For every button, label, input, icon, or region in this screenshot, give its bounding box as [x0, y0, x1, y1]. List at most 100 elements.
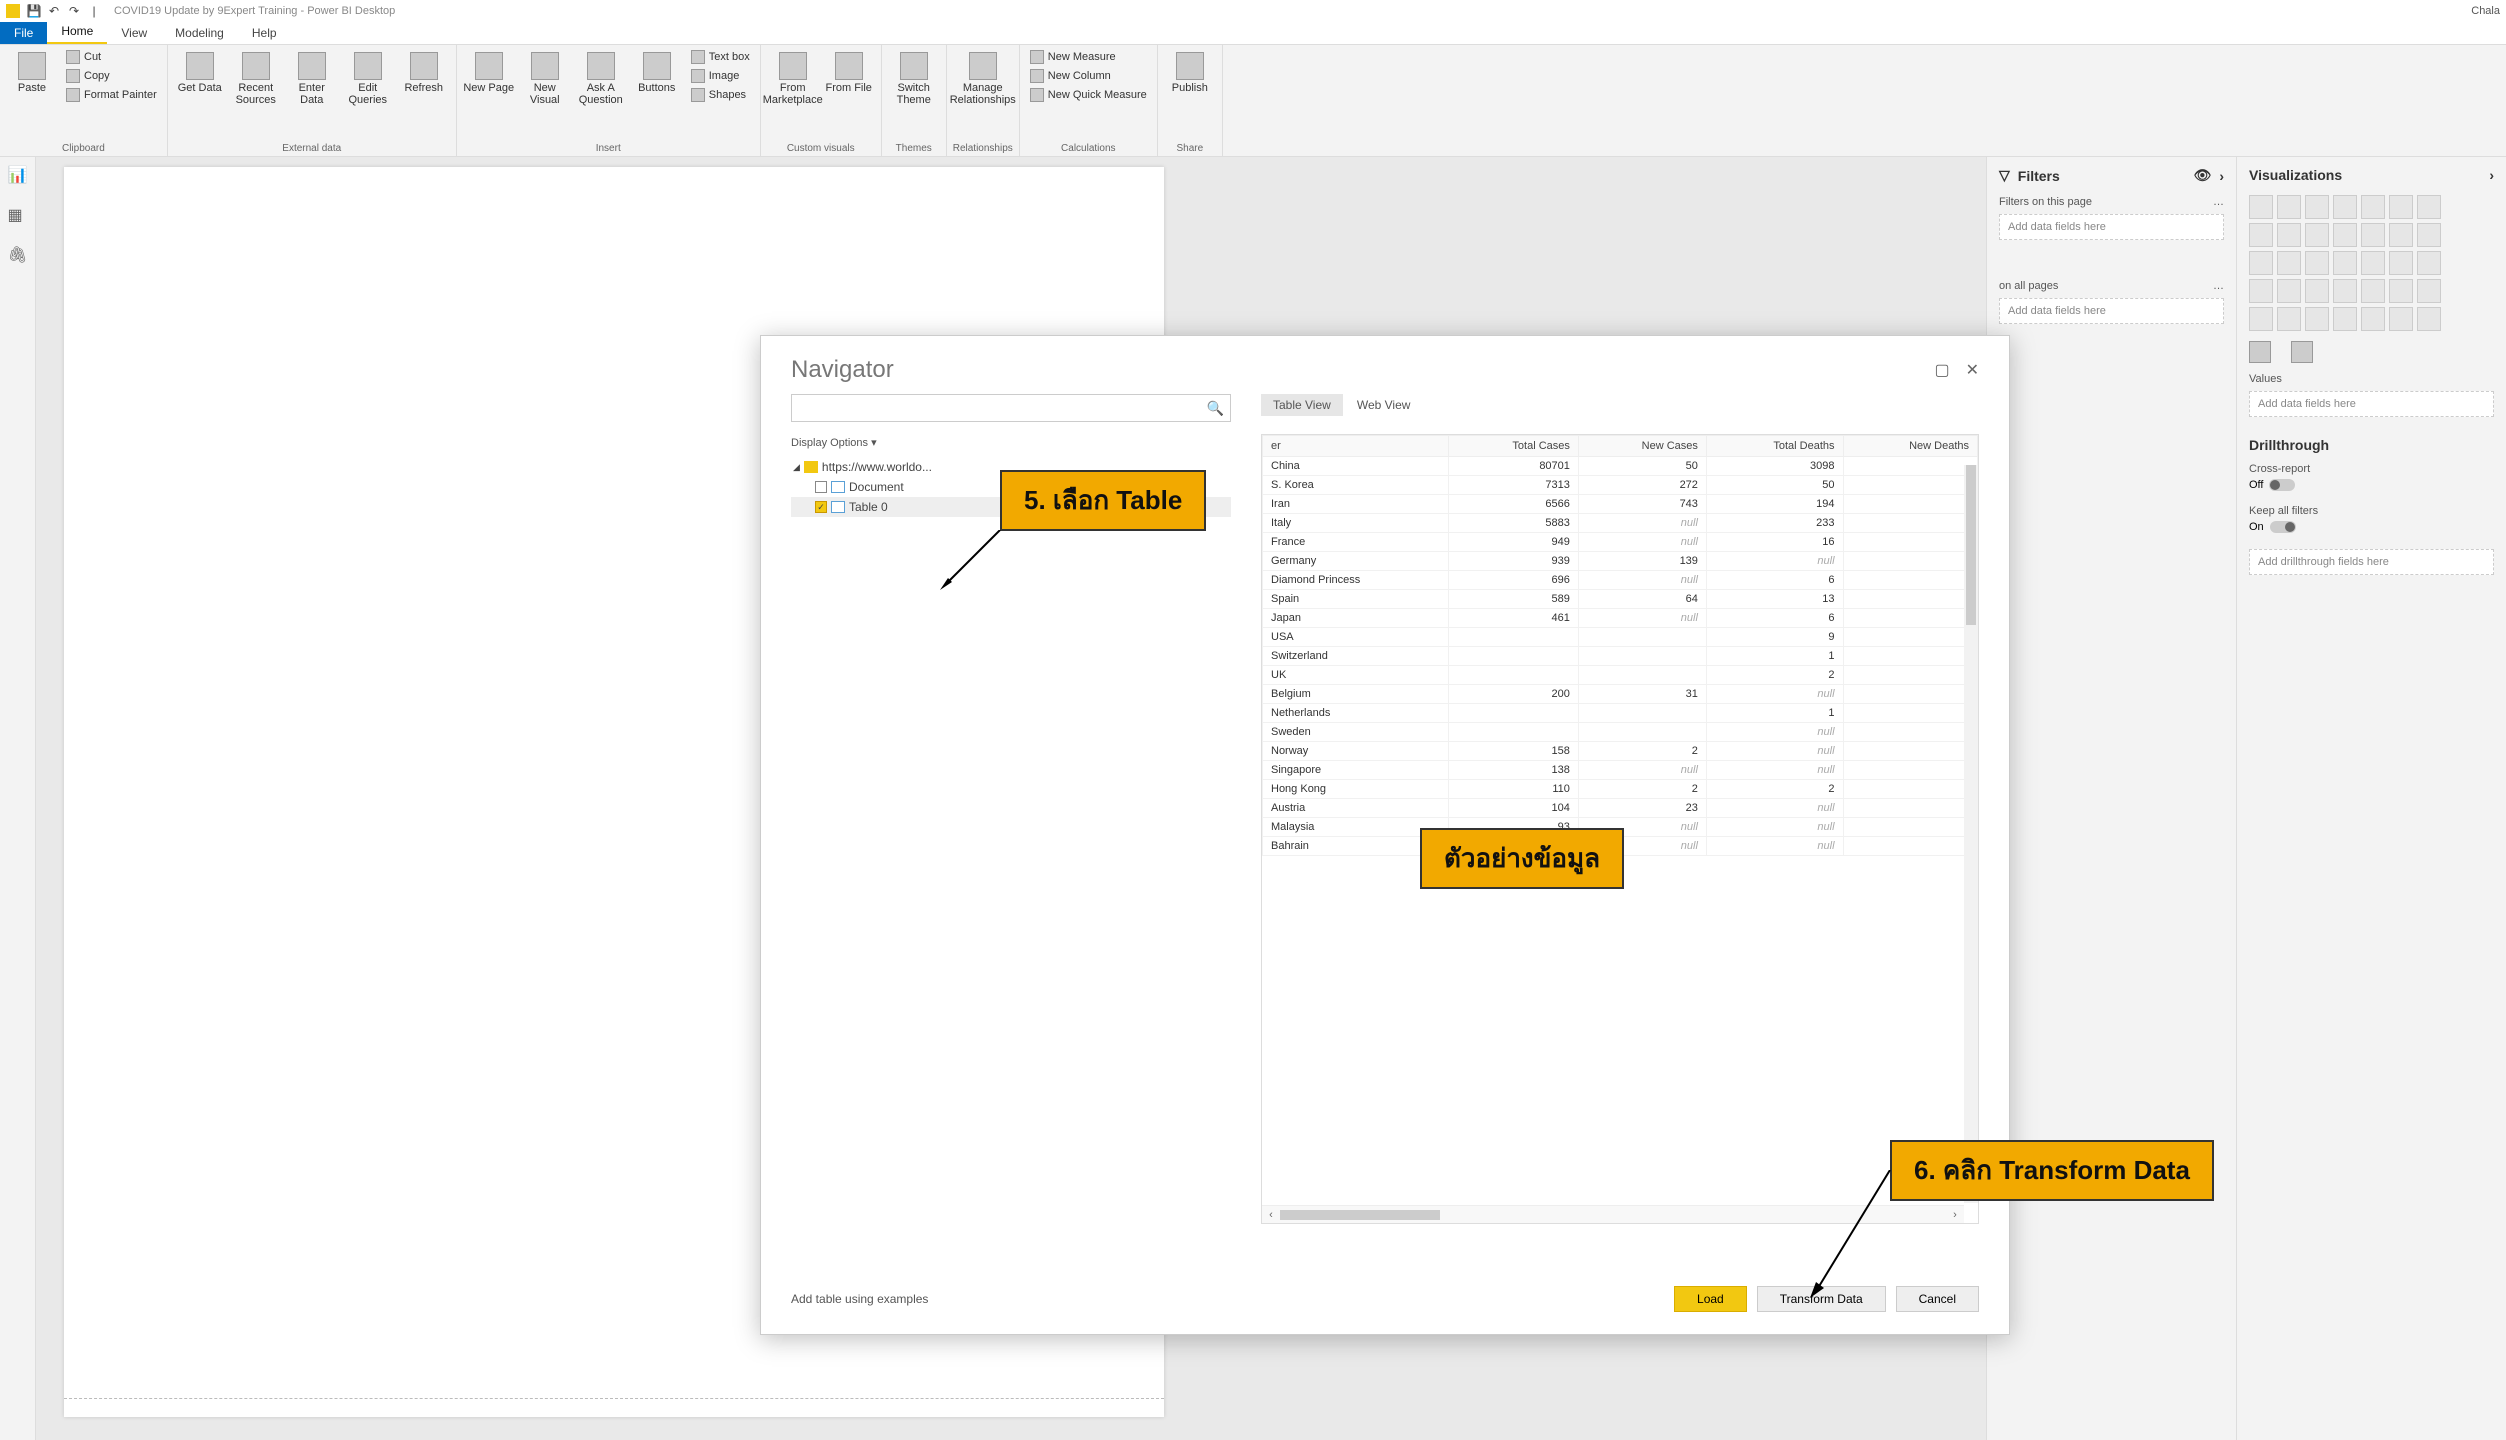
table-row[interactable]: Swedennull — [1263, 723, 1978, 742]
vertical-scrollbar[interactable] — [1964, 465, 1978, 1203]
format-painter-button[interactable]: Format Painter — [62, 86, 161, 104]
table-row[interactable]: Switzerland1 — [1263, 647, 1978, 666]
viz-filled-map-icon[interactable] — [2361, 251, 2385, 275]
viz-line-icon[interactable] — [2417, 195, 2441, 219]
values-well[interactable]: Add data fields here — [2249, 391, 2494, 417]
qat-save-icon[interactable]: 💾 — [26, 3, 42, 19]
table-row[interactable]: France949null16 — [1263, 533, 1978, 552]
viz-stacked-bar-icon[interactable] — [2249, 195, 2273, 219]
copy-button[interactable]: Copy — [62, 67, 161, 85]
table-row[interactable]: Belgium20031null — [1263, 685, 1978, 704]
paste-button[interactable]: Paste — [6, 48, 58, 94]
maximize-icon[interactable]: ▢ — [1934, 360, 1949, 380]
user-name[interactable]: Chala — [2471, 5, 2500, 17]
search-icon[interactable]: 🔍 — [1207, 400, 1224, 417]
tab-table-view[interactable]: Table View — [1261, 394, 1343, 416]
report-view-icon[interactable]: 📊 — [8, 165, 28, 185]
publish-button[interactable]: Publish — [1164, 48, 1216, 94]
cut-button[interactable]: Cut — [62, 48, 161, 66]
from-file-button[interactable]: From File — [823, 48, 875, 94]
viz-waterfall-icon[interactable] — [2389, 223, 2413, 247]
viz-100-bar-icon[interactable] — [2361, 195, 2385, 219]
tab-file[interactable]: File — [0, 22, 47, 44]
column-header[interactable]: er — [1263, 436, 1449, 457]
ask-question-button[interactable]: Ask A Question — [575, 48, 627, 106]
tab-help[interactable]: Help — [238, 22, 291, 44]
get-data-button[interactable]: Get Data — [174, 48, 226, 94]
manage-relationships-button[interactable]: Manage Relationships — [957, 48, 1009, 106]
data-view-icon[interactable]: ▦ — [8, 205, 28, 225]
filters-allpages-well[interactable]: Add data fields here — [1999, 298, 2224, 324]
load-button[interactable]: Load — [1674, 1286, 1747, 1312]
column-header[interactable]: New Cases — [1578, 436, 1706, 457]
viz-area-icon[interactable] — [2249, 223, 2273, 247]
drillthrough-well[interactable]: Add drillthrough fields here — [2249, 549, 2494, 575]
table-row[interactable]: Norway1582null — [1263, 742, 1978, 761]
table-row[interactable]: Netherlands1 — [1263, 704, 1978, 723]
refresh-button[interactable]: Refresh — [398, 48, 450, 94]
viz-matrix-icon[interactable] — [2389, 279, 2413, 303]
from-marketplace-button[interactable]: From Marketplace — [767, 48, 819, 106]
table-row[interactable]: Japan461null6 — [1263, 609, 1978, 628]
filters-page-well[interactable]: Add data fields here — [1999, 214, 2224, 240]
tab-web-view[interactable]: Web View — [1345, 394, 1423, 416]
scroll-right-icon[interactable]: › — [1946, 1209, 1964, 1221]
viz-stacked-area-icon[interactable] — [2277, 223, 2301, 247]
cross-report-toggle[interactable] — [2269, 479, 2295, 491]
viz-table-icon[interactable] — [2361, 279, 2385, 303]
viz-qa-icon[interactable] — [2333, 307, 2357, 331]
column-header[interactable]: New Deaths — [1843, 436, 1977, 457]
keep-filters-toggle[interactable] — [2270, 521, 2296, 533]
fields-tab-icon[interactable] — [2249, 341, 2271, 363]
more-icon[interactable]: … — [2213, 280, 2224, 292]
viz-map-icon[interactable] — [2333, 251, 2357, 275]
scroll-left-icon[interactable]: ‹ — [1262, 1209, 1280, 1221]
table-row[interactable]: Austria10423null — [1263, 799, 1978, 818]
table-row[interactable]: Germany939139null — [1263, 552, 1978, 571]
buttons-button[interactable]: Buttons — [631, 48, 683, 94]
table-row[interactable]: UK2 — [1263, 666, 1978, 685]
table-row[interactable]: Spain5896413 — [1263, 590, 1978, 609]
table-row[interactable]: Diamond Princess696null6 — [1263, 571, 1978, 590]
column-header[interactable]: Total Cases — [1448, 436, 1578, 457]
new-column-button[interactable]: New Column — [1026, 67, 1151, 85]
new-quick-measure-button[interactable]: New Quick Measure — [1026, 86, 1151, 104]
viz-powerapps-icon[interactable] — [2389, 307, 2413, 331]
viz-gauge-icon[interactable] — [2417, 251, 2441, 275]
viz-100-column-icon[interactable] — [2389, 195, 2413, 219]
navigator-search[interactable]: 🔍 — [791, 394, 1231, 422]
enter-data-button[interactable]: Enter Data — [286, 48, 338, 106]
table-row[interactable]: Hong Kong11022 — [1263, 780, 1978, 799]
viz-decomp-icon[interactable] — [2305, 307, 2329, 331]
checkbox-table0[interactable]: ✓ — [815, 501, 827, 513]
more-icon[interactable]: … — [2213, 196, 2224, 208]
cancel-button[interactable]: Cancel — [1896, 1286, 1979, 1312]
tab-view[interactable]: View — [107, 22, 161, 44]
text-box-button[interactable]: Text box — [687, 48, 754, 66]
viz-donut-icon[interactable] — [2277, 251, 2301, 275]
search-input[interactable] — [798, 401, 1207, 415]
switch-theme-button[interactable]: Switch Theme — [888, 48, 940, 106]
viz-arcgis-icon[interactable] — [2361, 307, 2385, 331]
eye-icon[interactable]: 👁 — [2194, 167, 2212, 184]
model-view-icon[interactable]: 🖇 — [8, 245, 28, 265]
viz-more-icon[interactable] — [2417, 307, 2441, 331]
shapes-button[interactable]: Shapes — [687, 86, 754, 104]
tab-modeling[interactable]: Modeling — [161, 22, 238, 44]
new-page-button[interactable]: New Page — [463, 48, 515, 94]
viz-line-column-icon[interactable] — [2305, 223, 2329, 247]
viz-kpi-icon[interactable] — [2305, 279, 2329, 303]
recent-sources-button[interactable]: Recent Sources — [230, 48, 282, 106]
display-options[interactable]: Display Options ▾ — [791, 436, 1231, 449]
table-row[interactable]: S. Korea731327250 — [1263, 476, 1978, 495]
viz-key-influencers-icon[interactable] — [2277, 307, 2301, 331]
viz-treemap-icon[interactable] — [2305, 251, 2329, 275]
image-button[interactable]: Image — [687, 67, 754, 85]
table-row[interactable]: China80701503098 — [1263, 457, 1978, 476]
tab-home[interactable]: Home — [47, 20, 107, 44]
viz-r-icon[interactable] — [2417, 279, 2441, 303]
chevron-right-icon[interactable]: › — [2219, 168, 2224, 184]
viz-clustered-column-icon[interactable] — [2333, 195, 2357, 219]
column-header[interactable]: Total Deaths — [1706, 436, 1843, 457]
close-icon[interactable]: ✕ — [1966, 360, 1979, 380]
